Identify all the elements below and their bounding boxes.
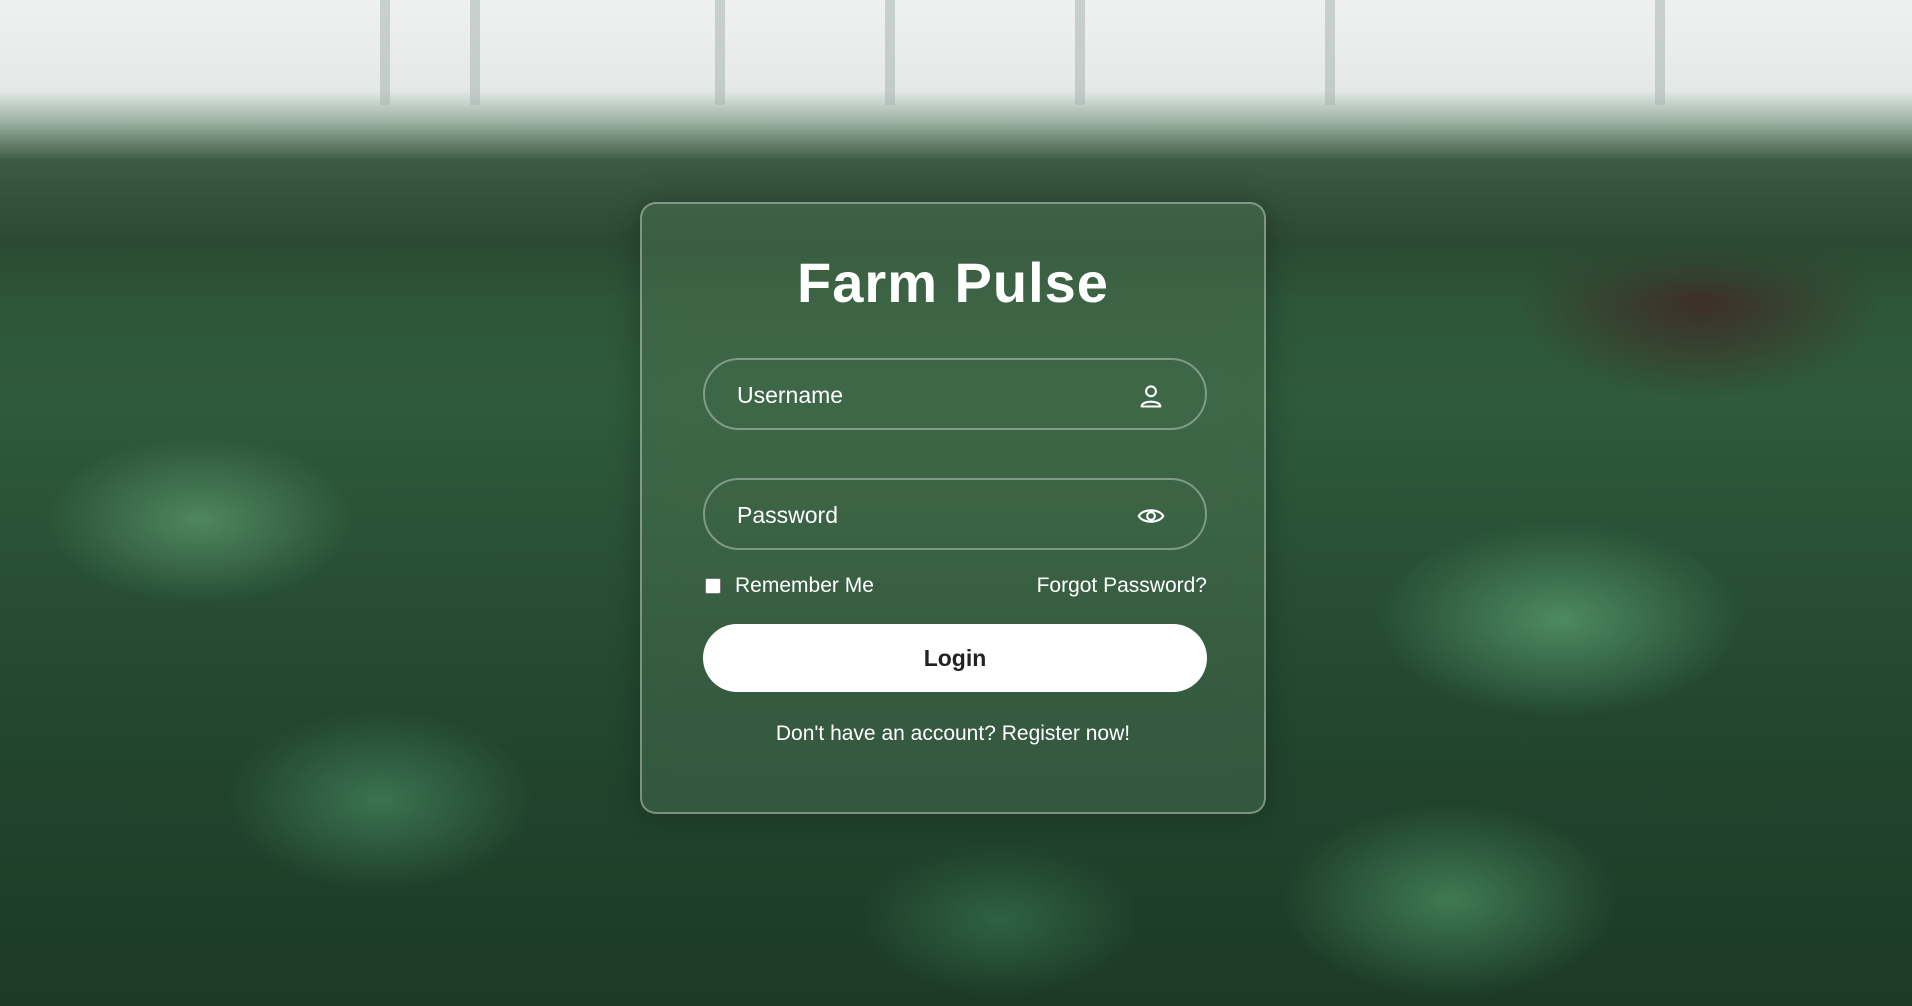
password-field[interactable] xyxy=(703,478,1207,550)
username-field[interactable] xyxy=(703,358,1207,430)
eye-icon[interactable] xyxy=(1137,502,1165,530)
register-link[interactable]: Register now! xyxy=(1002,722,1130,745)
login-card: Farm Pulse Remember Me Forgot Password? … xyxy=(640,202,1266,814)
remember-checkbox[interactable] xyxy=(705,578,721,594)
register-prompt: Don't have an account? Register now! xyxy=(642,722,1264,746)
remember-me[interactable]: Remember Me xyxy=(703,574,874,598)
page-title: Farm Pulse xyxy=(797,251,1109,314)
forgot-password-link[interactable]: Forgot Password? xyxy=(1037,574,1207,598)
register-prompt-text: Don't have an account? xyxy=(775,722,996,745)
options-row: Remember Me Forgot Password? xyxy=(703,574,1207,604)
username-input[interactable] xyxy=(735,360,1139,430)
greenhouse-pole xyxy=(470,0,480,105)
password-input[interactable] xyxy=(735,480,1139,550)
greenhouse-pole xyxy=(1075,0,1085,105)
remember-label: Remember Me xyxy=(735,574,874,597)
greenhouse-pole xyxy=(885,0,895,105)
greenhouse-pole xyxy=(1325,0,1335,105)
greenhouse-pole xyxy=(1655,0,1665,105)
greenhouse-pole xyxy=(380,0,390,105)
greenhouse-pole xyxy=(715,0,725,105)
user-icon xyxy=(1140,385,1162,408)
login-button[interactable]: Login xyxy=(703,624,1207,692)
greenhouse-structure xyxy=(0,0,1912,110)
